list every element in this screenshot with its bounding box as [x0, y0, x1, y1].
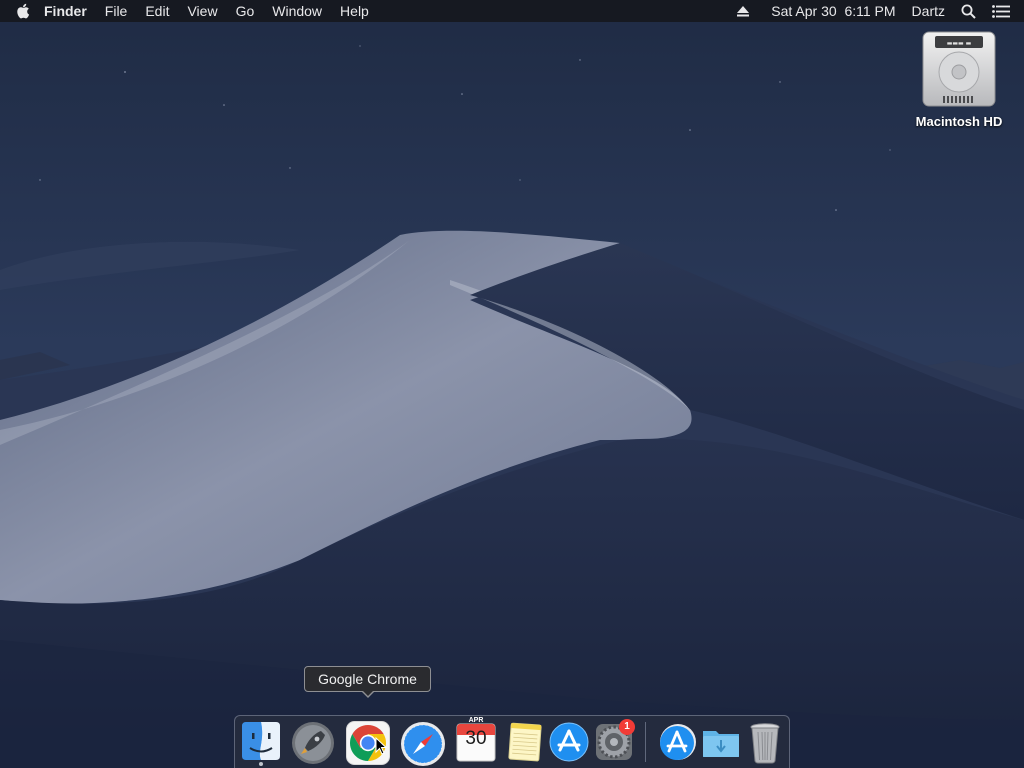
dock-item-finder[interactable]	[236, 721, 286, 767]
launchpad-icon	[292, 722, 334, 764]
mouse-cursor-icon	[375, 737, 387, 755]
finder-running-indicator	[259, 762, 263, 766]
calendar-month-label: APR	[468, 717, 484, 724]
finder-icon	[242, 722, 280, 760]
spotlight-icon	[961, 4, 976, 19]
menu-file[interactable]: File	[96, 0, 137, 22]
notes-icon	[508, 722, 542, 762]
system-preferences-badge: 1	[619, 719, 635, 735]
menu-go[interactable]: Go	[227, 0, 264, 22]
notification-center-button[interactable]	[984, 0, 1024, 22]
menu-window[interactable]: Window	[263, 0, 331, 22]
desktop-icon-macintosh-hd[interactable]: ▬▬▬ ▬ Macintosh HD	[905, 30, 1013, 129]
dock-item-trash[interactable]	[740, 721, 790, 767]
dock-item-app-store[interactable]	[544, 721, 594, 767]
desktop-icon-label: Macintosh HD	[915, 114, 1003, 129]
menu-bar: Finder File Edit View Go Window Help Sat…	[0, 0, 1024, 22]
app-store-icon	[549, 722, 589, 762]
hard-drive-icon: ▬▬▬ ▬	[922, 31, 996, 107]
notification-center-icon	[992, 4, 1010, 18]
svg-text:▬▬▬ ▬: ▬▬▬ ▬	[947, 40, 972, 47]
dock-item-safari[interactable]	[398, 721, 448, 767]
tooltip-arrow-fill	[362, 690, 374, 696]
apple-icon	[17, 3, 30, 19]
calendar-day-label: 30	[465, 728, 487, 749]
dock-tooltip: Google Chrome	[304, 666, 431, 692]
dock-separator	[645, 722, 646, 762]
menu-app-name[interactable]: Finder	[44, 0, 96, 22]
downloads-folder-icon	[703, 731, 739, 757]
menu-help[interactable]: Help	[331, 0, 378, 22]
desktop-wallpaper	[0, 0, 1024, 768]
apple-menu[interactable]	[0, 3, 44, 19]
menu-bar-status-area: Sat Apr 30 6:11 PM Dartz	[729, 0, 1024, 22]
menu-edit[interactable]: Edit	[136, 0, 178, 22]
eject-menu-extra[interactable]	[729, 0, 763, 22]
eject-icon	[737, 5, 750, 16]
applications-folder-icon	[660, 724, 696, 760]
safari-icon	[401, 722, 445, 766]
trash-icon	[750, 723, 780, 764]
dock-item-downloads[interactable]	[696, 721, 746, 767]
menu-user[interactable]: Dartz	[904, 0, 953, 22]
dock-item-launchpad[interactable]	[288, 721, 338, 767]
menu-clock[interactable]: Sat Apr 30 6:11 PM	[763, 0, 903, 22]
dock-item-applications[interactable]	[652, 721, 702, 767]
menu-view[interactable]: View	[178, 0, 226, 22]
dock-item-notes[interactable]	[499, 721, 549, 767]
spotlight-button[interactable]	[953, 0, 984, 22]
